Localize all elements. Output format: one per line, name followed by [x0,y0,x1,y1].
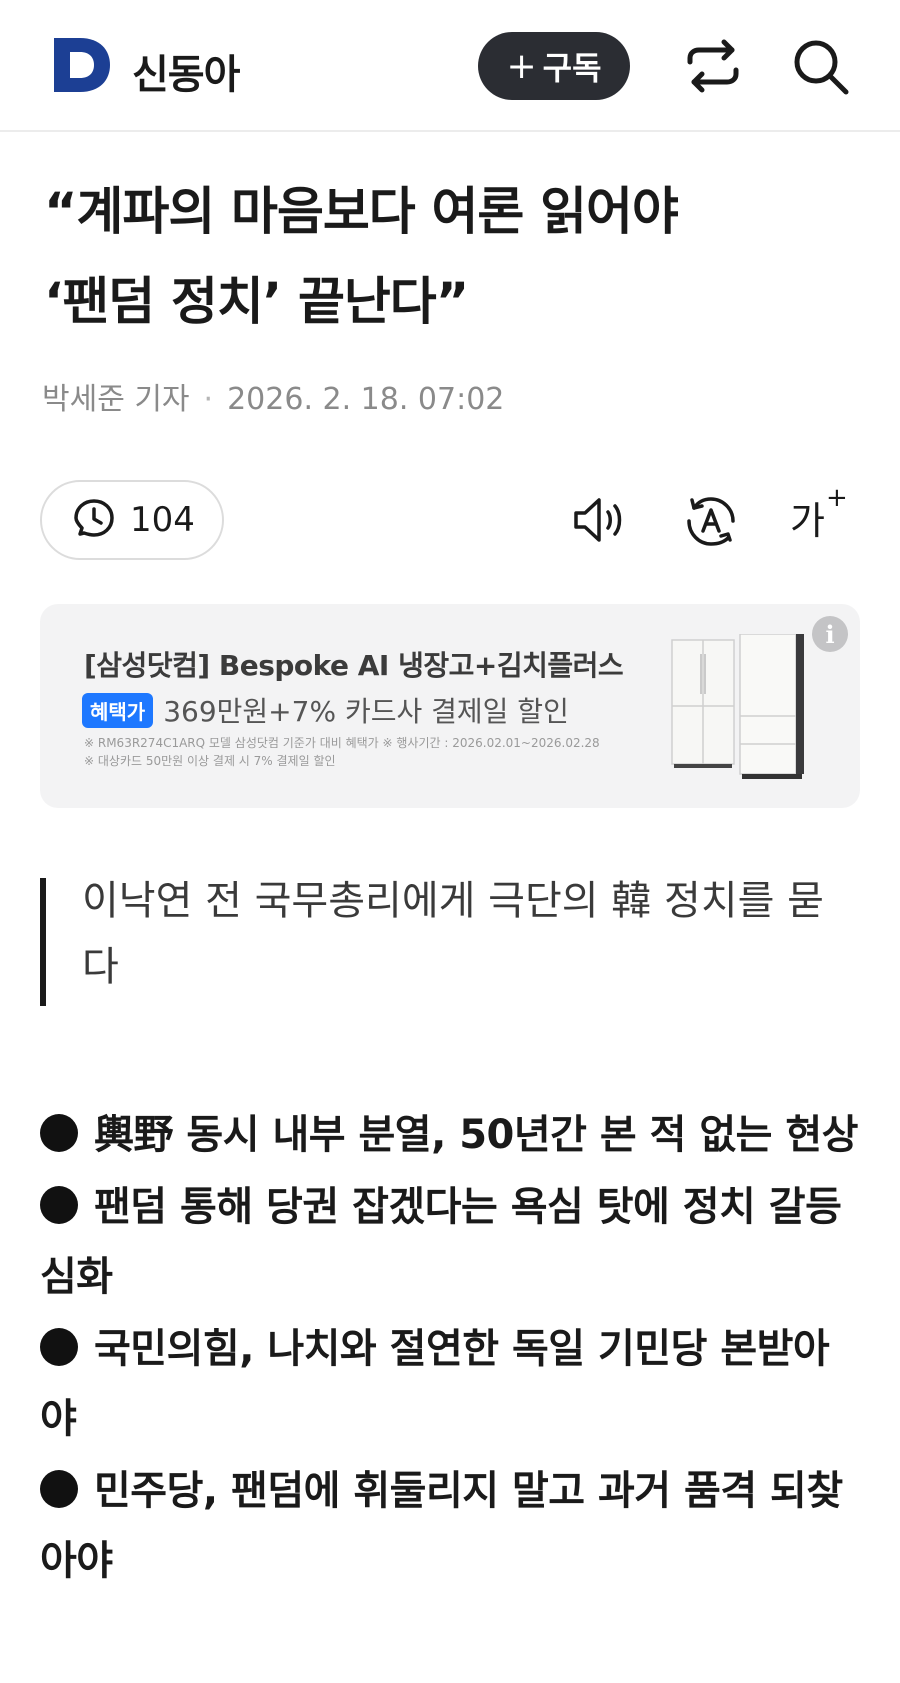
subscribe-button[interactable]: + 구독 [478,32,630,100]
ad-offer: 혜택가 369만원+7% 카드사 결제일 할인 [82,690,569,730]
ad-offer-text: 369만원+7% 카드사 결제일 할인 [163,695,569,728]
top-header: 신동아 + 구독 [0,0,900,132]
ad-fine-print: ※ 대상카드 50만원 이상 결제 시 7% 결제일 할인 [84,754,336,768]
search-icon[interactable] [792,38,850,96]
quote-bar [40,878,46,1006]
summary-text: 輿野 동시 내부 분열, 50년간 본 적 없는 현상 [94,1112,858,1158]
comments-button[interactable]: 104 [40,480,224,560]
summary-text: 민주당, 팬덤에 휘둘리지 말고 과거 품격 되찾아야 [40,1468,843,1584]
translate-icon[interactable] [684,494,738,548]
bullet-icon [40,1186,78,1224]
comment-clock-icon [74,499,114,537]
comment-count: 104 [130,500,195,540]
summary-item: 팬덤 통해 당권 잡겠다는 욕심 탓에 정치 갈등 심화 [40,1172,860,1312]
author[interactable]: 박세준 기자 [42,382,190,417]
plus-icon: + [506,45,537,87]
byline: 박세준 기자 · 2026. 2. 18. 07:02 [42,374,504,418]
title-line-1: “계파의 마음보다 여론 읽어야 [44,183,679,242]
publish-date: 2026. 2. 18. 07:02 [227,382,505,417]
summary-text: 팬덤 통해 당권 잡겠다는 욕심 탓에 정치 갈등 심화 [40,1184,842,1300]
refrigerator-image [671,634,804,779]
ad-badge: 혜택가 [82,692,154,728]
ad-fine-print: ※ RM63R274C1ARQ 모델 삼성닷컴 기준가 대비 혜택가 ※ 행사기… [84,736,600,750]
ad-headline: [삼성닷컴] Bespoke AI 냉장고+김치플러스 [84,649,624,682]
bullet-icon [40,1470,78,1508]
title-line-2: ‘팬덤 정치’ 끝난다” [44,273,469,332]
article-title: “계파의 마음보다 여론 읽어야 ‘팬덤 정치’ 끝난다” [44,168,864,348]
logo-icon[interactable] [52,36,112,94]
summary-list: 輿野 동시 내부 분열, 50년간 본 적 없는 현상 팬덤 통해 당권 잡겠다… [40,1100,860,1598]
separator-dot: · [203,382,214,417]
share-icon[interactable] [684,38,742,94]
summary-item: 국민의힘, 나치와 절연한 독일 기민당 본받아야 [40,1314,860,1454]
article-subtitle: 이낙연 전 국무총리에게 극단의 韓 정치를 묻다 [82,878,824,990]
plus-icon: + [825,483,848,514]
summary-item: 輿野 동시 내부 분열, 50년간 본 적 없는 현상 [40,1100,860,1170]
summary-item: 민주당, 팬덤에 휘둘리지 말고 과거 품격 되찾아야 [40,1456,860,1596]
summary-text: 국민의힘, 나치와 절연한 독일 기민당 본받아야 [40,1326,830,1442]
ad-banner[interactable]: i [삼성닷컴] Bespoke AI 냉장고+김치플러스 혜택가 369만원+… [40,604,860,808]
font-size-label: 가 [790,499,825,543]
subscribe-label: 구독 [542,49,602,87]
font-size-button[interactable]: 가+ [790,483,848,545]
bullet-icon [40,1328,78,1366]
speaker-icon[interactable] [572,494,628,546]
bullet-icon [40,1114,78,1152]
brand-name[interactable]: 신동아 [132,42,240,100]
